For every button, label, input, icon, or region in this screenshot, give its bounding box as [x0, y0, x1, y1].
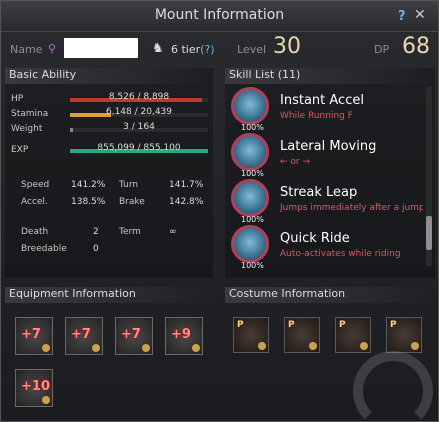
enhancement-level: +7 [71, 327, 91, 342]
pearl-badge: P [390, 320, 397, 330]
socket-icon [411, 342, 419, 350]
death-label: Death [21, 227, 49, 237]
window-title: Mount Information [154, 7, 285, 23]
skill-percent: 100% [241, 169, 264, 178]
tier-help-button[interactable]: (?) [200, 43, 214, 56]
ride-icon[interactable] [231, 225, 269, 263]
name-field[interactable] [64, 38, 138, 58]
stirrups-icon[interactable]: +7 [15, 317, 53, 355]
leap-icon[interactable] [231, 179, 269, 217]
level-value: 30 [273, 34, 301, 59]
enhancement-level: +9 [171, 327, 191, 342]
costume-stirrups-icon[interactable]: P [335, 317, 371, 353]
stat-label: Stamina [11, 109, 49, 119]
turn-label: Turn [119, 180, 139, 190]
costume-saddle-icon[interactable]: P [284, 317, 320, 353]
speed-label: Speed [21, 180, 50, 190]
tier-value: 6 tier [171, 43, 201, 56]
accel-label: Accel. [21, 197, 48, 207]
socket-icon [42, 344, 50, 352]
dp-label: DP [374, 43, 390, 56]
skill-description: Jumps immediately after a jump [280, 203, 423, 213]
costume-barding-icon[interactable]: P [233, 317, 269, 353]
dp-value: 68 [402, 34, 430, 59]
title-bar[interactable]: Mount Information ? ✕ [1, 1, 438, 32]
socket-icon [142, 344, 150, 352]
speed-value: 141.2% [71, 180, 106, 190]
basic-ability-title: Basic Ability [5, 68, 213, 84]
pearl-badge: P [237, 320, 244, 330]
saddle-icon[interactable]: +7 [115, 317, 153, 355]
mount-info-window: Mount Information ? ✕ Name ⚲ ♞ 6 tier(?)… [0, 0, 439, 422]
socket-icon [309, 342, 317, 350]
horseshoe-watermark-icon [353, 351, 433, 421]
stat-label: Weight [11, 124, 43, 134]
enhancement-level: +10 [21, 379, 50, 394]
pearl-badge: P [288, 320, 295, 330]
socket-icon [360, 342, 368, 350]
socket-icon [258, 342, 266, 350]
skill-percent: 100% [241, 261, 264, 270]
skill-list-title: Skill List (11) [225, 68, 435, 84]
enhancement-level: +7 [121, 327, 141, 342]
socket-icon [92, 344, 100, 352]
socket-icon [42, 396, 50, 404]
costume-title: Costume Information [225, 287, 433, 303]
champron-icon[interactable]: +9 [165, 317, 203, 355]
death-value: 2 [93, 227, 99, 237]
stat-label: HP [11, 94, 24, 104]
stat-bar-value: 8,526 / 8,898 [108, 92, 170, 102]
help-button[interactable]: ? [398, 9, 406, 24]
scrollbar-thumb[interactable] [426, 216, 432, 250]
skill-scrollbar[interactable] [426, 86, 432, 266]
tier-text: 6 tier(?) [171, 43, 215, 56]
skill-description: ← or → [280, 157, 311, 167]
stat-bar-value: 3 / 164 [123, 122, 155, 132]
lateral-icon[interactable] [231, 133, 269, 171]
skill-description: While Running F [280, 111, 353, 121]
stat-bar-value: 855,099 / 855,100 [97, 143, 181, 153]
costume-champron-icon[interactable]: P [386, 317, 422, 353]
skill-description: Auto-activates while riding [280, 249, 401, 259]
level-label: Level [237, 43, 267, 56]
socket-icon [192, 344, 200, 352]
close-button[interactable]: ✕ [414, 7, 426, 23]
turn-value: 141.7% [169, 180, 204, 190]
brake-label: Brake [119, 197, 145, 207]
skill-name: Lateral Moving [280, 139, 377, 154]
skill-percent: 100% [241, 123, 264, 132]
equipment-title: Equipment Information [5, 287, 213, 303]
name-label: Name [10, 43, 43, 56]
horse-icon: ♞ [152, 41, 164, 56]
enhancement-level: +7 [21, 327, 41, 342]
barding-icon[interactable]: +7 [65, 317, 103, 355]
stat-label: EXP [11, 145, 29, 155]
accel-value: 138.5% [71, 197, 106, 207]
horseshoe-icon[interactable]: +10 [15, 369, 53, 407]
skill-percent: 100% [241, 215, 264, 224]
pearl-badge: P [339, 320, 346, 330]
term-value: ∞ [169, 227, 177, 237]
brake-value: 142.8% [169, 197, 204, 207]
sprint-icon[interactable] [231, 87, 269, 125]
skill-name: Streak Leap [280, 185, 358, 200]
breedable-value: 0 [93, 244, 99, 254]
breedable-label: Breedable [21, 244, 67, 254]
stat-bar-value: 6,148 / 20,439 [105, 107, 172, 117]
term-label: Term [119, 227, 141, 237]
key-icon: ⚲ [48, 42, 57, 55]
skill-name: Quick Ride [280, 231, 350, 246]
skill-name: Instant Accel [280, 93, 364, 108]
